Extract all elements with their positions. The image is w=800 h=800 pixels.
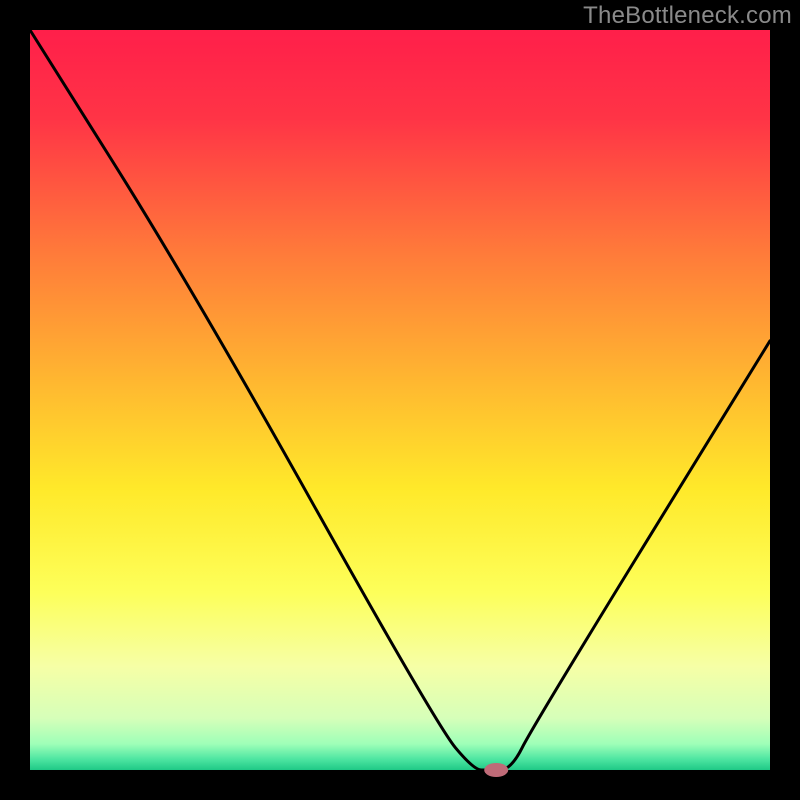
watermark-text: TheBottleneck.com [583, 2, 792, 30]
current-point-marker [484, 763, 508, 777]
chart-frame: TheBottleneck.com [0, 0, 800, 800]
bottleneck-chart [0, 0, 800, 800]
